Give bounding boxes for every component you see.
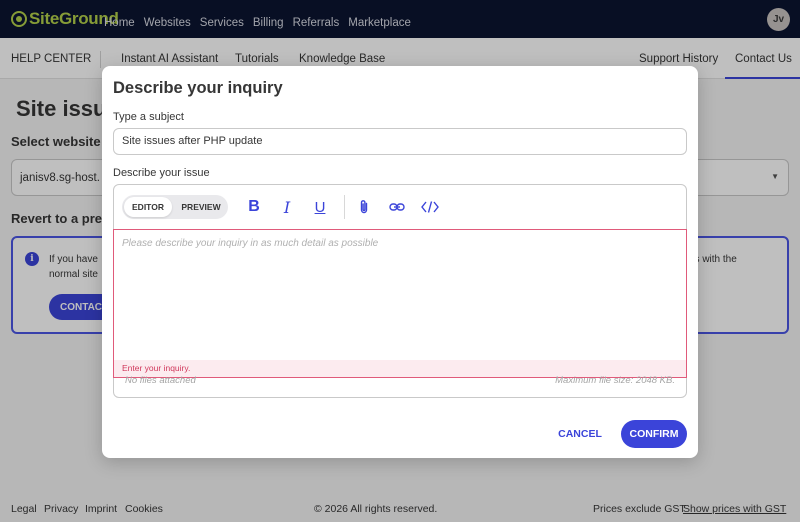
underline-icon[interactable]: U — [310, 197, 330, 217]
subject-input[interactable]: Site issues after PHP update — [113, 128, 687, 155]
confirm-button[interactable]: CONFIRM — [621, 420, 687, 448]
no-files-text: No files attached — [125, 375, 196, 386]
cancel-button[interactable]: CANCEL — [554, 421, 606, 447]
bold-icon[interactable]: B — [244, 197, 264, 217]
code-icon[interactable] — [420, 197, 440, 217]
toolbar-divider — [344, 195, 345, 219]
issue-label: Describe your issue — [113, 167, 210, 179]
modal-title: Describe your inquiry — [113, 79, 283, 97]
attachments-row: No files attached Maximum file size: 204… — [114, 371, 686, 397]
subject-label: Type a subject — [113, 111, 184, 123]
inquiry-modal: Describe your inquiry Type a subject Sit… — [102, 66, 698, 458]
issue-placeholder: Please describe your inquiry in as much … — [122, 238, 379, 249]
italic-icon[interactable]: I — [277, 197, 297, 217]
rich-text-editor: EDITOR PREVIEW B I U Please describe you… — [113, 184, 687, 398]
editor-mode-button[interactable]: EDITOR — [124, 197, 172, 217]
max-file-size-text: Maximum file size: 2048 KB. — [555, 375, 675, 386]
mode-toggle: EDITOR PREVIEW — [122, 195, 228, 219]
issue-textarea[interactable]: Please describe your inquiry in as much … — [113, 229, 687, 378]
preview-mode-button[interactable]: PREVIEW — [176, 197, 226, 217]
attachment-icon[interactable] — [354, 197, 374, 217]
editor-toolbar: EDITOR PREVIEW B I U — [114, 185, 686, 229]
link-icon[interactable] — [387, 197, 407, 217]
